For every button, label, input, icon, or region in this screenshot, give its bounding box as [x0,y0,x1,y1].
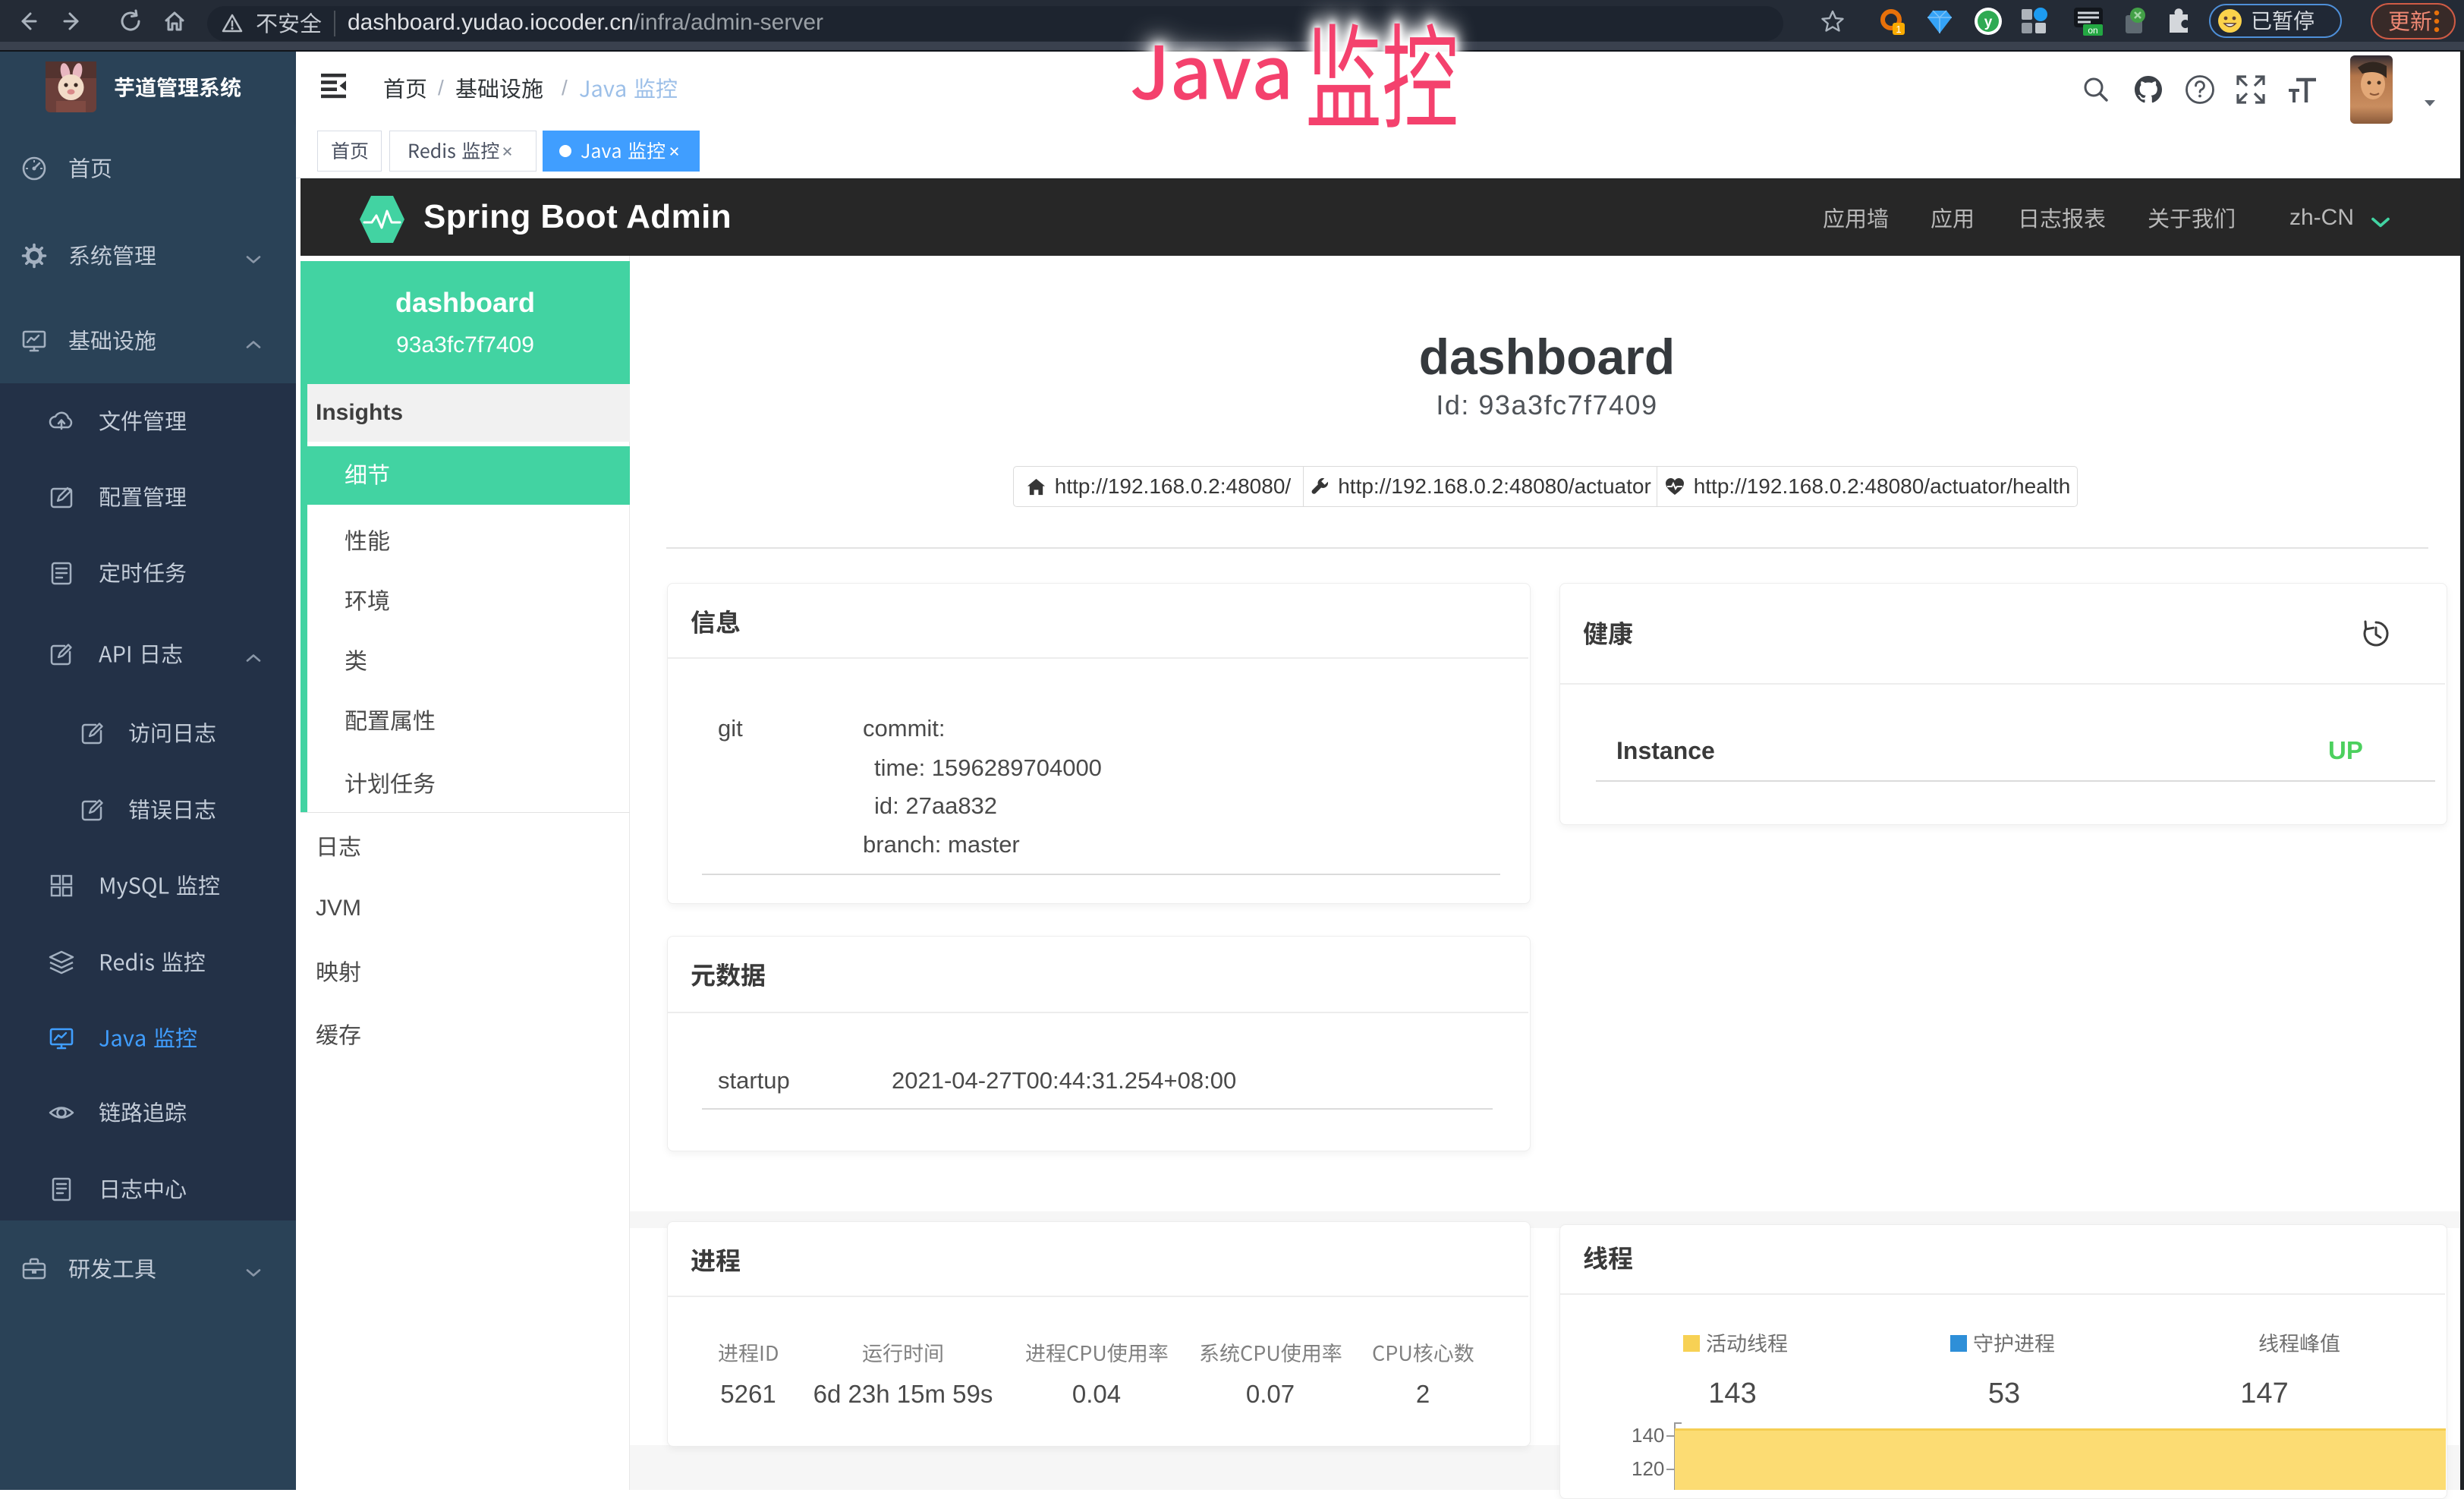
svg-text:y: y [1984,14,1993,30]
svg-text:1: 1 [1896,24,1901,35]
svg-text:on: on [2088,25,2097,36]
